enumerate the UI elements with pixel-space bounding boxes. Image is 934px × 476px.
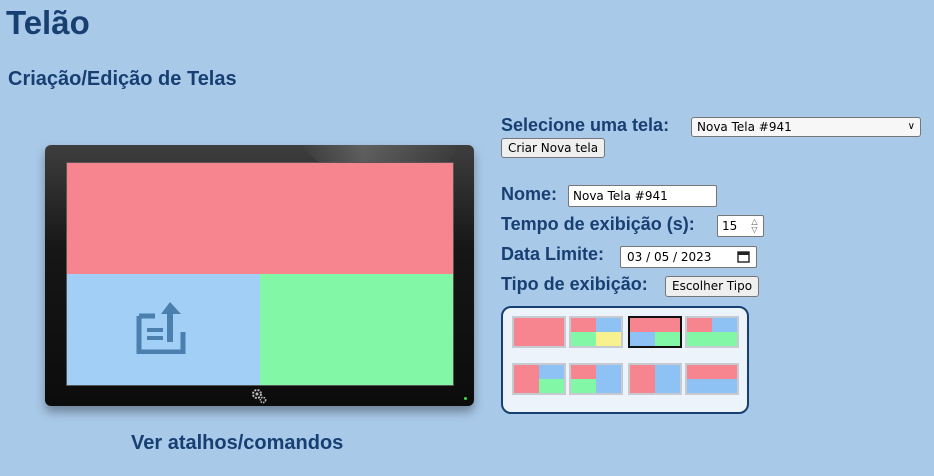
zone-top[interactable] [67,163,453,274]
zone-bottom-right[interactable] [260,274,453,385]
tv-preview [45,145,474,406]
chevron-down-icon: ∨ [907,121,915,132]
page-title: Telão [6,4,90,41]
display-time-field[interactable]: 15 △ ▽ [717,215,764,237]
create-screen-button[interactable]: Criar Nova tela [501,138,606,158]
layout-option-single[interactable] [512,316,566,348]
layout-option-two-rows[interactable] [685,363,739,395]
tv-screen [66,162,454,386]
gear-icon[interactable] [251,388,267,408]
tv-shine [300,145,460,163]
upload-document-icon[interactable] [133,298,191,358]
name-field[interactable]: Nova Tela #941 [568,185,717,207]
zone-bottom-left[interactable] [67,274,260,385]
screen-select-value: Nova Tela #941 [697,120,792,134]
display-type-label: Tipo de exibição: [501,274,648,294]
calendar-icon[interactable] [737,250,750,266]
power-led [464,397,467,400]
layout-option-left-right-split[interactable] [512,363,566,395]
layout-option-two-columns[interactable] [628,363,682,395]
deadline-label: Data Limite: [501,244,605,264]
screen-select[interactable]: Nova Tela #941 ∨ [691,117,921,137]
layout-option-left-split-right[interactable] [569,363,623,395]
shortcuts-link[interactable]: Ver atalhos/comandos [131,432,343,455]
deadline-date-value: 03 / 05 / 2023 [627,250,712,264]
layout-picker [501,306,749,414]
choose-type-button[interactable]: Escolher Tipo [665,276,760,297]
name-label: Nome: [501,184,558,204]
layout-option-grid-4[interactable] [569,316,623,348]
select-screen-label: Selecione uma tela: [501,115,670,135]
spinner-icon[interactable]: △ ▽ [748,218,761,234]
display-time-label: Tempo de exibição (s): [501,214,695,234]
layout-option-split-top-bottom[interactable] [685,316,739,348]
display-time-value: 15 [722,219,738,233]
layout-option-top-split-bottom[interactable] [628,316,682,348]
page-subtitle: Criação/Edição de Telas [8,68,237,90]
deadline-date-field[interactable]: 03 / 05 / 2023 [620,246,757,268]
